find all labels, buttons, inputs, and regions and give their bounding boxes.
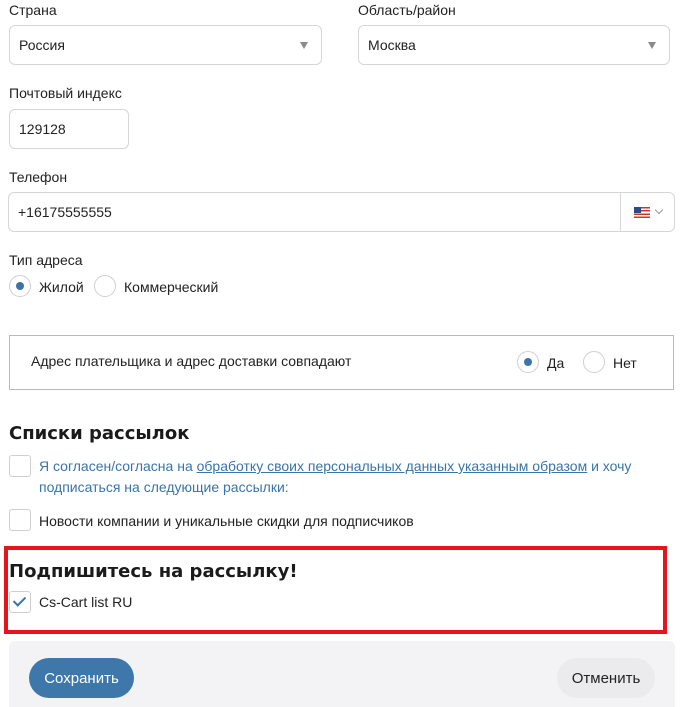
region-label: Область/район [358,2,456,18]
dropdown-arrow-icon [648,42,656,49]
us-flag-icon [633,206,650,218]
country-value: Россия [19,37,65,53]
phone-label: Телефон [9,169,68,185]
dropdown-arrow-icon [300,42,308,49]
subscribe-highlight-box [4,546,667,634]
address-type-residential-label[interactable]: Жилой [39,279,84,295]
shipping-same-yes-radio[interactable] [517,351,539,373]
country-select[interactable]: Россия [9,25,322,65]
cs-cart-list-checkbox[interactable] [9,591,31,613]
address-type-commercial-radio[interactable] [94,275,116,297]
address-type-residential-radio[interactable] [9,275,31,297]
newsletter-label[interactable]: Новости компании и уникальные скидки для… [39,513,414,529]
newsletter-checkbox[interactable] [9,509,31,531]
shipping-same-yes-label[interactable]: Да [547,355,564,371]
mailing-lists-heading: Списки рассылок [9,423,190,444]
zip-label: Почтовый индекс [9,85,122,101]
region-value: Москва [368,37,416,53]
phone-field: +16175555555 [8,192,675,232]
save-button[interactable]: Сохранить [29,658,134,698]
shipping-same-no-label[interactable]: Нет [613,355,637,371]
phone-country-selector[interactable] [620,193,674,231]
region-select[interactable]: Москва [358,25,670,65]
consent-checkbox[interactable] [9,455,31,477]
chevron-down-icon [654,205,663,215]
checkmark-icon [12,593,27,607]
consent-text: Я согласен/согласна на обработку своих п… [39,456,649,498]
personal-data-link[interactable]: обработку своих персональных данных указ… [197,458,588,474]
form-actions-bar: Сохранить Отменить [9,641,675,707]
subscribe-heading: Подпишитесь на рассылку! [9,561,298,582]
zip-input[interactable]: 129128 [9,109,129,149]
phone-input[interactable]: +16175555555 [18,193,112,231]
shipping-same-panel: Адрес плательщика и адрес доставки совпа… [9,335,674,390]
cs-cart-list-label[interactable]: Cs-Cart list RU [39,594,132,610]
consent-prefix: Я согласен/согласна на [39,458,197,474]
shipping-same-label: Адрес плательщика и адрес доставки совпа… [31,353,352,369]
country-label: Страна [9,2,57,18]
cancel-button[interactable]: Отменить [557,658,655,698]
address-type-label: Тип адреса [9,252,83,268]
zip-value: 129128 [19,121,66,137]
shipping-same-no-radio[interactable] [583,351,605,373]
address-type-commercial-label[interactable]: Коммерческий [124,279,218,295]
